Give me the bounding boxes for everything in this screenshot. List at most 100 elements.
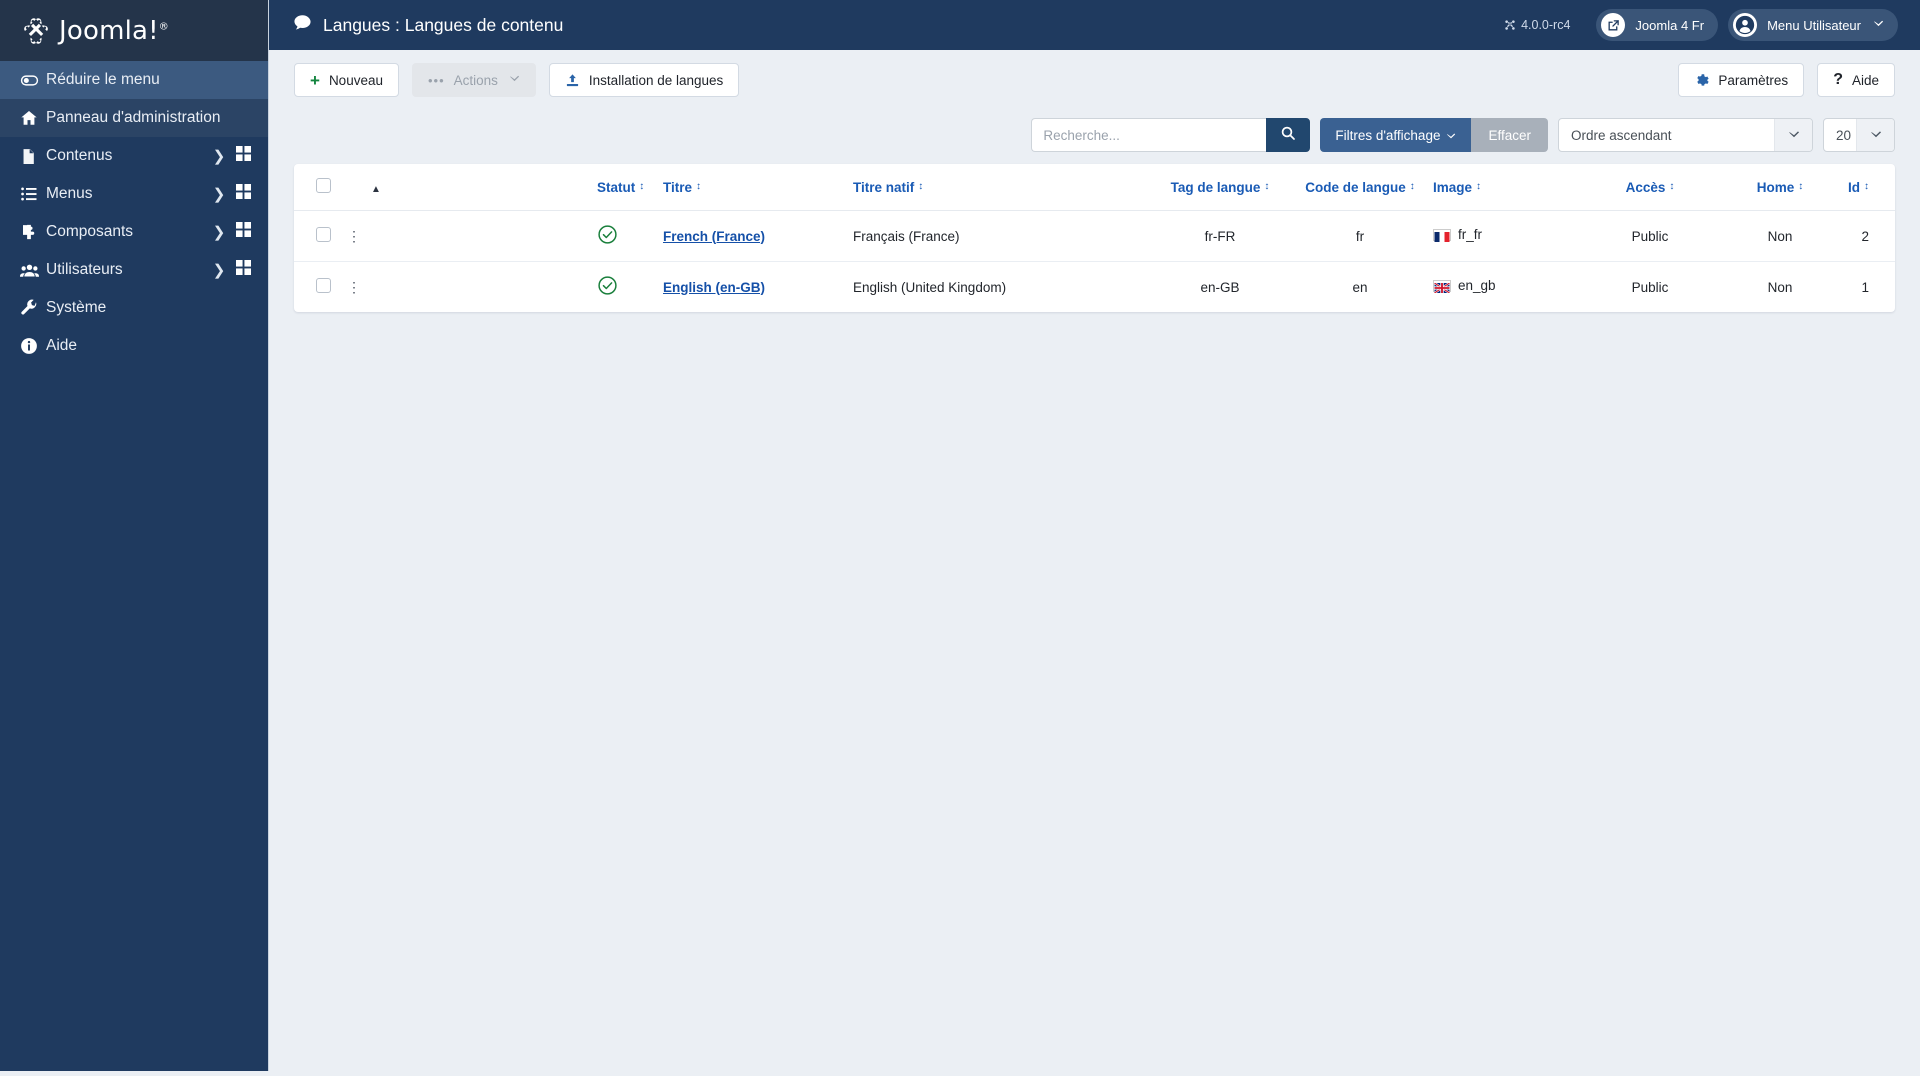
ellipsis-icon: ••• [427, 72, 445, 88]
row-checkbox[interactable] [316, 227, 331, 242]
row-select-cell [294, 210, 339, 262]
row-status-cell[interactable] [589, 210, 655, 262]
column-header-language-tag[interactable]: Tag de langue ↕ [1145, 164, 1295, 211]
table-row[interactable]: ⋮ French (France) Français (France) fr-F… [294, 210, 1895, 262]
row-native-title-cell: Français (France) [845, 210, 1145, 262]
sidebar-item-content[interactable]: Contenus ❯ [0, 137, 268, 175]
language-title-link[interactable]: English (en-GB) [663, 280, 765, 295]
brand-registered-mark: ® [158, 20, 169, 32]
column-header-select-all [294, 164, 339, 211]
options-button[interactable]: Paramètres [1678, 63, 1805, 97]
chevron-right-icon[interactable]: ❯ [208, 185, 230, 203]
column-header-title[interactable]: Titre ↕ [655, 164, 845, 211]
row-language-tag-cell: en-GB [1200, 279, 1240, 295]
sidebar-item-menus[interactable]: Menus ❯ [0, 175, 268, 213]
sort-icon: ↕ [1669, 181, 1675, 192]
chevron-down-icon [1856, 119, 1894, 151]
column-header-access[interactable]: Accès ↕ [1575, 164, 1725, 211]
display-filters-label: Filtres d'affichage [1335, 127, 1441, 143]
row-language-code-cell: en [1352, 279, 1368, 295]
check-circle-icon[interactable] [597, 225, 618, 248]
help-button-label: Aide [1851, 72, 1879, 88]
plus-icon: + [310, 70, 320, 90]
page-title-text: Langues : Langues de contenu [323, 14, 564, 35]
options-button-label: Paramètres [1718, 72, 1789, 88]
visit-site-button[interactable]: Joomla 4 Fr [1596, 9, 1719, 41]
clear-filters-button[interactable]: Effacer [1471, 118, 1548, 152]
chevron-down-icon [509, 74, 520, 86]
sidebar-item-dashboard[interactable]: Panneau d'administration [0, 99, 268, 137]
column-header-native-title[interactable]: Titre natif ↕ [845, 164, 1145, 211]
row-actions-menu-icon[interactable]: ⋮ [347, 228, 361, 244]
version-indicator: 4.0.0-rc4 [1504, 18, 1570, 32]
grid-icon[interactable] [230, 260, 256, 280]
column-header-id[interactable]: Id ↕ [1835, 164, 1895, 211]
column-header-status[interactable]: Statut ↕ [589, 164, 655, 211]
row-checkbox[interactable] [316, 278, 331, 293]
sidebar-item-components[interactable]: Composants ❯ [0, 213, 268, 251]
language-title-link[interactable]: French (France) [663, 229, 765, 244]
new-button[interactable]: + Nouveau [294, 63, 399, 97]
flag-france-icon [1433, 228, 1451, 242]
brand-header[interactable]: Joomla!® [0, 0, 268, 61]
column-header-ordering[interactable]: ▲ [371, 164, 589, 211]
sidebar-item-label: Aide [46, 337, 78, 354]
column-header-image[interactable]: Image ↕ [1425, 164, 1575, 211]
sidebar-item-users[interactable]: Utilisateurs ❯ [0, 251, 268, 289]
row-status-cell[interactable] [589, 262, 655, 313]
display-filters-button[interactable]: Filtres d'affichage [1320, 118, 1472, 152]
search-button[interactable] [1266, 118, 1311, 152]
search-group [1031, 118, 1311, 152]
search-input[interactable] [1031, 118, 1267, 152]
sort-order-value: Ordre ascendant [1571, 127, 1672, 143]
row-image-cell: fr_fr [1425, 210, 1575, 262]
list-limit-select[interactable]: 20 [1823, 118, 1895, 152]
user-menu-label: Menu Utilisateur [1767, 17, 1861, 33]
column-header-home[interactable]: Home ↕ [1725, 164, 1835, 211]
install-languages-label: Installation de langues [588, 72, 724, 88]
row-home-cell: Non [1725, 210, 1835, 262]
table-row[interactable]: ⋮ English (en-GB) English (United Kingdo… [294, 262, 1895, 313]
languages-table-card: ▲ Statut ↕ Titre ↕ Titre natif ↕ Tag de lan [294, 164, 1895, 312]
chevron-down-icon [1873, 19, 1884, 31]
row-language-code-cell: fr [1295, 210, 1425, 262]
column-header-language-code[interactable]: Code de langue ↕ [1295, 164, 1425, 211]
chevron-down-icon [1446, 128, 1456, 143]
sidebar-item-label: Système [46, 299, 107, 316]
row-ordering-cell [371, 210, 589, 262]
column-header-actions [339, 164, 371, 211]
sort-icon: ↕ [918, 181, 924, 192]
sort-icon: ↕ [1864, 181, 1869, 192]
version-text: 4.0.0-rc4 [1521, 18, 1571, 32]
column-header-title-label: Titre [663, 179, 693, 195]
user-circle-icon [1733, 13, 1758, 37]
sidebar-item-system[interactable]: Système [0, 289, 268, 327]
row-language-tag-cell: fr-FR [1145, 210, 1295, 262]
chevron-right-icon[interactable]: ❯ [208, 147, 230, 165]
select-all-checkbox[interactable] [316, 178, 331, 193]
grid-icon[interactable] [230, 222, 256, 242]
wrench-icon [20, 299, 46, 317]
sort-asc-icon[interactable]: ▲ [371, 184, 381, 195]
sidebar-item-label: Contenus [46, 147, 113, 164]
actions-button[interactable]: ••• Actions [411, 63, 536, 97]
chevron-right-icon[interactable]: ❯ [208, 261, 230, 279]
info-icon [20, 337, 46, 355]
grid-icon[interactable] [230, 146, 256, 166]
upload-icon [565, 73, 580, 88]
install-languages-button[interactable]: Installation de langues [548, 63, 740, 97]
row-actions-menu-icon[interactable]: ⋮ [347, 279, 361, 295]
user-menu-button[interactable]: Menu Utilisateur [1728, 9, 1898, 41]
sidebar-item-help[interactable]: Aide [0, 327, 268, 365]
table-header-row: ▲ Statut ↕ Titre ↕ Titre natif ↕ Tag de lan [294, 164, 1895, 211]
flag-uk-icon [1433, 279, 1451, 294]
check-circle-icon[interactable] [597, 276, 618, 299]
grid-icon[interactable] [230, 184, 256, 204]
help-button[interactable]: ? Aide [1817, 63, 1895, 97]
sort-order-select[interactable]: Ordre ascendant [1558, 118, 1813, 152]
sidebar-item-label: Menus [46, 185, 93, 202]
chevron-right-icon[interactable]: ❯ [208, 223, 230, 241]
row-image-cell: en_gb [1425, 262, 1575, 313]
sort-icon: ↕ [1476, 181, 1482, 192]
sidebar-item-collapse-menu[interactable]: Réduire le menu [0, 61, 268, 99]
